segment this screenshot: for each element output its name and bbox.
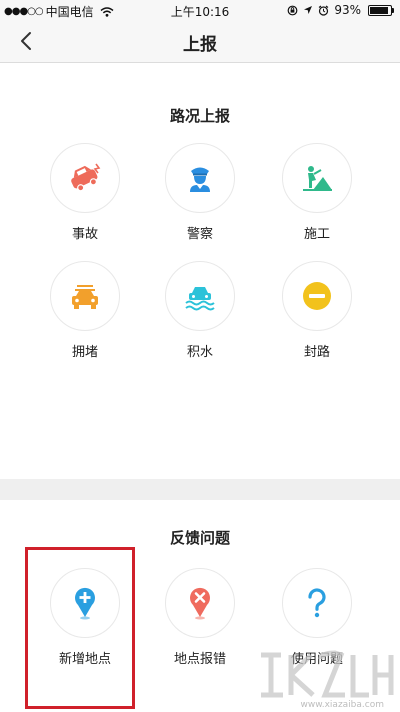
report-flooding-button[interactable]: 积水 bbox=[150, 261, 250, 371]
tile-label: 积水 bbox=[186, 345, 213, 360]
icon-circle bbox=[165, 143, 235, 213]
tile-label: 警察 bbox=[186, 227, 213, 242]
tile-label: 新增地点 bbox=[58, 652, 111, 667]
tile-label: 事故 bbox=[71, 227, 98, 242]
icon-circle bbox=[50, 261, 120, 331]
road-closed-icon bbox=[303, 282, 331, 310]
police-icon bbox=[190, 167, 210, 192]
feedback-title: 反馈问题 bbox=[169, 529, 230, 547]
report-road-closed-button[interactable]: 封路 bbox=[267, 261, 367, 371]
icon-circle bbox=[282, 568, 352, 638]
icon-circle bbox=[50, 143, 120, 213]
question-icon bbox=[308, 588, 326, 618]
road-report-title: 路况上报 bbox=[169, 107, 230, 125]
tile-label: 地点报错 bbox=[173, 652, 226, 667]
icon-circle bbox=[165, 261, 235, 331]
battery-icon bbox=[368, 4, 394, 16]
icon-circle bbox=[282, 261, 352, 331]
location-error-icon bbox=[190, 587, 210, 620]
flooding-icon bbox=[185, 287, 215, 311]
location-arrow-icon bbox=[304, 6, 313, 14]
icon-circle bbox=[165, 568, 235, 638]
report-police-button[interactable]: 警察 bbox=[150, 143, 250, 253]
traffic-jam-icon bbox=[72, 285, 98, 309]
tile-label: 拥堵 bbox=[71, 345, 98, 360]
icon-circle bbox=[50, 568, 120, 638]
page-title: 上报 bbox=[183, 35, 217, 55]
report-accident-button[interactable]: 事故 bbox=[35, 143, 135, 253]
tile-label: 施工 bbox=[303, 227, 330, 242]
nav-bar: 上报 bbox=[0, 20, 400, 63]
icon-circle bbox=[282, 143, 352, 213]
status-bar: ●●●○○ 中国电信 上午10:16 93% bbox=[0, 0, 400, 20]
battery-percent: 93% bbox=[334, 3, 361, 17]
feedback-section: 反馈问题 新增地点 地点报错 使用问题 bbox=[0, 500, 400, 712]
report-construction-button[interactable]: 施工 bbox=[267, 143, 367, 253]
status-right: 93% bbox=[287, 3, 394, 17]
rotation-lock-icon bbox=[287, 5, 298, 15]
tile-label: 封路 bbox=[303, 345, 330, 360]
road-report-section: 路况上报 事故 警察 施工 拥堵 积水 封路 bbox=[0, 63, 400, 479]
car-crash-icon bbox=[71, 163, 101, 192]
report-location-error-button[interactable]: 地点报错 bbox=[150, 568, 250, 678]
alarm-icon bbox=[318, 5, 329, 16]
add-location-icon bbox=[75, 587, 95, 620]
add-location-button[interactable]: 新增地点 bbox=[35, 568, 135, 678]
construction-icon bbox=[303, 166, 332, 191]
tile-label: 使用问题 bbox=[290, 652, 343, 667]
report-congestion-button[interactable]: 拥堵 bbox=[35, 261, 135, 371]
usage-question-button[interactable]: 使用问题 bbox=[267, 568, 367, 678]
watermark-url: www.xiazaiba.com bbox=[300, 700, 384, 710]
